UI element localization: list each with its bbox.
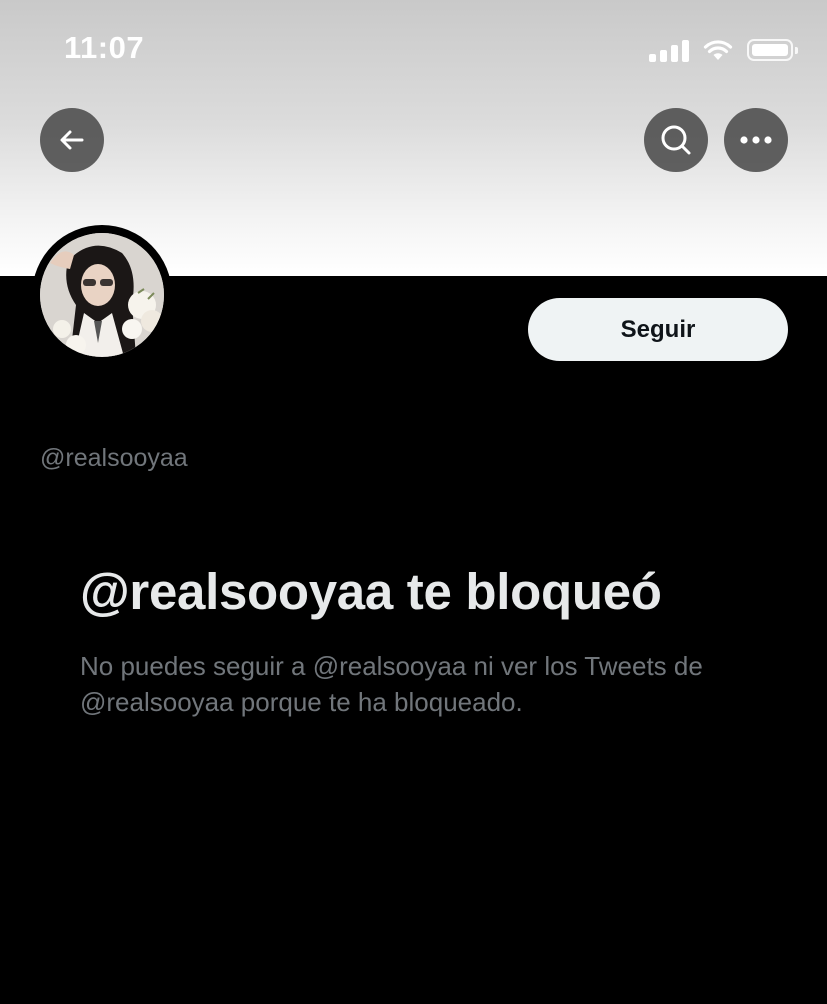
battery-icon [747,39,798,61]
profile-handle: @realsooyaa [40,444,188,472]
more-horizontal-icon [740,136,772,144]
arrow-left-icon [60,130,84,150]
cellular-signal-icon [649,38,689,62]
search-icon [661,125,691,155]
back-button[interactable] [40,108,104,172]
more-options-button[interactable] [724,108,788,172]
search-button[interactable] [644,108,708,172]
blocked-description: No puedes seguir a @realsooyaa ni ver lo… [80,651,703,717]
blocked-title: @realsooyaa te bloqueó [80,563,662,620]
status-time: 11:07 [64,30,145,65]
wifi-icon [703,40,733,60]
profile-screen: 11:07 Seguir @realsooyaa @realsooyaa te … [0,0,827,1004]
follow-button[interactable]: Seguir [528,298,788,361]
avatar[interactable] [40,233,164,357]
profile-photo [40,233,164,357]
status-icons [649,36,798,64]
